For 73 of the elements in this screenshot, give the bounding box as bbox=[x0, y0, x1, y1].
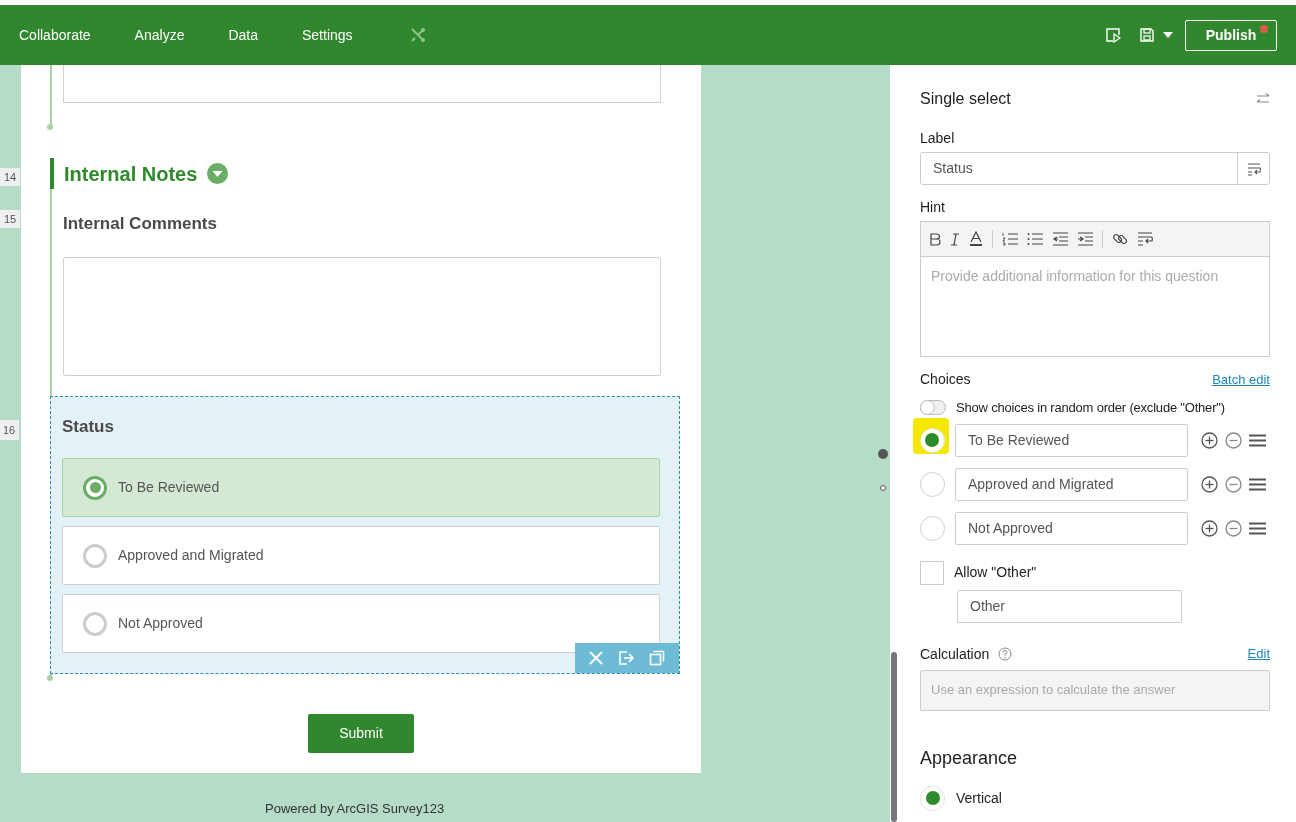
field-caption: Label bbox=[920, 129, 956, 148]
help-icon[interactable] bbox=[998, 647, 1013, 661]
collapse-icon[interactable] bbox=[207, 163, 229, 184]
submit-button[interactable]: Submit bbox=[308, 714, 414, 753]
remove-icon[interactable] bbox=[1225, 431, 1242, 449]
field-caption: Calculation bbox=[920, 644, 990, 664]
add-icon[interactable] bbox=[1201, 475, 1218, 493]
hint-placeholder: Provide additional information for this question bbox=[930, 267, 1220, 286]
choice-field[interactable]: To Be Reviewed bbox=[955, 423, 1188, 457]
checkbox[interactable] bbox=[920, 560, 944, 585]
field-caption: Choices bbox=[920, 370, 971, 389]
connector-handle[interactable] bbox=[880, 485, 886, 491]
label-field[interactable]: Status bbox=[920, 152, 1270, 185]
choice-option[interactable]: Approved and Migrated bbox=[62, 526, 660, 585]
drag-handle-icon[interactable] bbox=[1249, 433, 1266, 447]
radio-button[interactable] bbox=[919, 515, 945, 541]
question-number: 15 bbox=[0, 210, 20, 228]
numbered-list-icon[interactable] bbox=[1002, 232, 1018, 246]
wrap-text-icon bbox=[1246, 161, 1261, 176]
panel-title: Single select bbox=[920, 89, 1011, 109]
toggle-label: Show choices in random order (exclude "Other") bbox=[956, 399, 1225, 417]
radio-button[interactable] bbox=[919, 471, 945, 497]
choice-option[interactable]: Not Approved bbox=[62, 594, 660, 653]
outdent-icon[interactable] bbox=[1052, 232, 1068, 246]
toolbar-tab[interactable]: Analyze bbox=[134, 24, 185, 46]
bold-icon[interactable] bbox=[930, 232, 941, 246]
italic-icon[interactable] bbox=[950, 232, 960, 246]
remove-icon[interactable] bbox=[1225, 475, 1242, 493]
question-label: Internal Comments bbox=[63, 214, 218, 234]
publish-button[interactable]: Publish bbox=[1185, 19, 1277, 51]
toggle-switch[interactable] bbox=[920, 400, 946, 416]
section-heading: Appearance bbox=[920, 746, 1019, 770]
remove-icon[interactable] bbox=[1225, 519, 1242, 537]
option-label: Vertical bbox=[956, 788, 1002, 808]
choice-field[interactable]: Approved and Migrated bbox=[955, 467, 1188, 501]
toolbar-tab[interactable]: Collaborate bbox=[19, 24, 91, 46]
bullet-list-icon[interactable] bbox=[1027, 232, 1043, 246]
link-icon[interactable] bbox=[1112, 231, 1128, 247]
hint-editor[interactable]: Provide additional information for this question bbox=[920, 221, 1270, 357]
add-icon[interactable] bbox=[1201, 519, 1218, 537]
save-icon[interactable] bbox=[1139, 27, 1155, 43]
caret-icon[interactable] bbox=[1163, 32, 1173, 38]
wrap-text-icon[interactable] bbox=[1137, 232, 1153, 246]
field-caption: Hint bbox=[920, 198, 946, 217]
choice-field[interactable]: Not Approved bbox=[955, 511, 1188, 545]
toolbar-tab[interactable]: Data bbox=[228, 24, 258, 46]
swap-icon[interactable] bbox=[1256, 93, 1270, 105]
footer-text: Powered by ArcGIS Survey123 bbox=[265, 800, 446, 818]
drag-handle-icon[interactable] bbox=[1249, 521, 1266, 535]
section-title: Internal Notes bbox=[64, 161, 198, 187]
move-out-icon[interactable] bbox=[618, 650, 634, 666]
batch-edit-link[interactable]: Batch edit bbox=[1212, 369, 1270, 390]
preview-icon[interactable] bbox=[1105, 27, 1121, 43]
radio-button[interactable] bbox=[83, 475, 107, 500]
connector-handle[interactable] bbox=[878, 449, 888, 459]
radio-button[interactable] bbox=[83, 543, 107, 568]
question-number: 16 bbox=[0, 420, 19, 440]
add-icon[interactable] bbox=[1201, 431, 1218, 449]
other-field[interactable]: Other bbox=[957, 589, 1182, 623]
question-label: Status bbox=[62, 417, 115, 437]
duplicate-icon[interactable] bbox=[649, 650, 666, 666]
radio-button[interactable] bbox=[83, 611, 107, 636]
edit-link[interactable]: Edit bbox=[1247, 644, 1270, 664]
question-number: 14 bbox=[0, 168, 20, 186]
drag-handle-icon[interactable] bbox=[1249, 477, 1266, 491]
checkbox-label: Allow "Other" bbox=[954, 563, 1037, 582]
choice-option[interactable]: To Be Reviewed bbox=[62, 458, 660, 517]
text-color-icon[interactable] bbox=[969, 231, 983, 247]
indent-icon[interactable] bbox=[1077, 232, 1093, 246]
toolbar-tab[interactable]: Settings bbox=[302, 24, 353, 46]
scrollbar[interactable] bbox=[891, 652, 897, 822]
close-icon[interactable] bbox=[588, 651, 603, 665]
wrench-icon[interactable] bbox=[408, 26, 427, 44]
